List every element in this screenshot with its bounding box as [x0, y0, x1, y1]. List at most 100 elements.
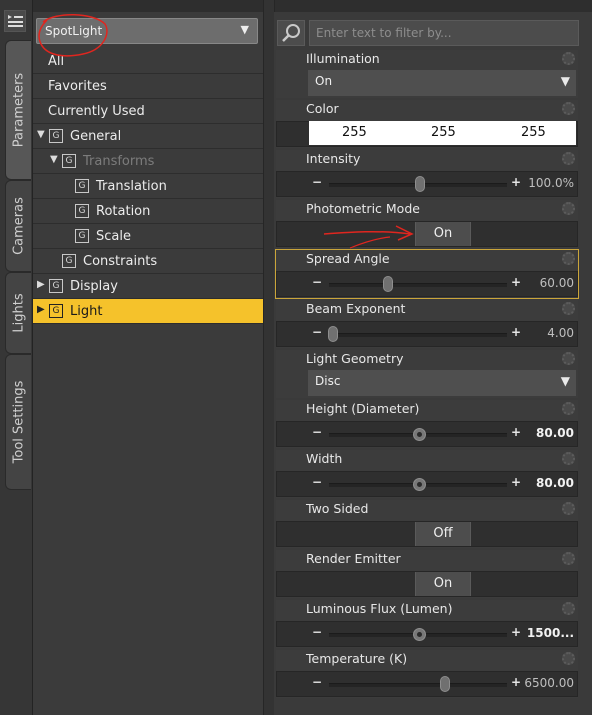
color-green-value[interactable]: 255: [431, 125, 456, 140]
expand-triangle-icon[interactable]: ▶: [37, 304, 45, 315]
decrement-button[interactable]: −: [312, 425, 322, 439]
tree-item-scale[interactable]: G Scale: [33, 224, 263, 249]
increment-button[interactable]: +: [511, 475, 521, 489]
tab-cameras[interactable]: Cameras: [5, 180, 31, 272]
collapse-triangle-icon[interactable]: ▼: [37, 129, 45, 140]
tree-item-label: Rotation: [96, 204, 151, 219]
param-title: Spread Angle: [306, 251, 390, 266]
slider-knob[interactable]: [439, 676, 450, 692]
param-title: Beam Exponent: [306, 301, 406, 316]
decrement-button[interactable]: −: [312, 625, 322, 639]
increment-button[interactable]: +: [511, 625, 521, 639]
two-sided-toggle[interactable]: Off: [415, 522, 471, 546]
tree-item-label: Scale: [96, 229, 131, 244]
light-geometry-select[interactable]: Disc ▼: [308, 370, 576, 396]
increment-button[interactable]: +: [511, 675, 521, 689]
tree-item-general[interactable]: ▼ G General: [33, 124, 263, 149]
increment-button[interactable]: +: [511, 175, 521, 189]
tree-item-rotation[interactable]: G Rotation: [33, 199, 263, 224]
slider-body: − + 60.00: [276, 271, 578, 297]
tree-item-constraints[interactable]: G Constraints: [33, 249, 263, 274]
slider-value[interactable]: 6500.00: [524, 676, 574, 690]
gear-icon[interactable]: [562, 552, 575, 565]
chevron-down-icon: ▼: [560, 74, 570, 88]
slider-value[interactable]: 4.00: [547, 326, 574, 340]
gear-icon[interactable]: [562, 502, 575, 515]
slider-knob[interactable]: [413, 628, 427, 641]
tab-label: Cameras: [11, 197, 26, 255]
tab-parameters[interactable]: Parameters: [5, 40, 31, 180]
select-value: Disc: [315, 374, 341, 388]
param-title: Luminous Flux (Lumen): [306, 601, 453, 616]
decrement-button[interactable]: −: [312, 475, 322, 489]
filter-input[interactable]: [309, 20, 579, 46]
slider-knob[interactable]: [414, 176, 425, 192]
tree-item-label: Translation: [96, 179, 167, 194]
slider-body: − + 80.00: [276, 471, 578, 497]
slider-value[interactable]: 1500...: [527, 626, 574, 640]
group-icon: G: [75, 229, 89, 243]
tree-item-light[interactable]: ▶ G Light: [33, 299, 263, 324]
tree-item-label: Favorites: [48, 79, 107, 94]
gear-icon[interactable]: [562, 152, 575, 165]
param-title: Color: [306, 101, 339, 116]
decrement-button[interactable]: −: [312, 675, 322, 689]
slider-knob[interactable]: [327, 326, 338, 342]
tree-item-display[interactable]: ▶ G Display: [33, 274, 263, 299]
param-title: Width: [306, 451, 343, 466]
tree-item-label: Display: [70, 279, 118, 294]
param-width: Width − + 80.00: [276, 450, 578, 498]
decrement-button[interactable]: −: [312, 175, 322, 189]
tree-item-favorites[interactable]: Favorites: [33, 74, 263, 99]
group-icon: G: [75, 179, 89, 193]
illumination-select[interactable]: On ▼: [308, 70, 576, 96]
param-title: Photometric Mode: [306, 201, 420, 216]
group-icon: G: [49, 279, 63, 293]
expand-triangle-icon[interactable]: ▶: [37, 279, 45, 290]
slider-value[interactable]: 100.0%: [528, 176, 574, 190]
slider-body: − + 1500...: [276, 621, 578, 647]
slider-track[interactable]: [329, 333, 507, 337]
tree-item-transforms[interactable]: ▼ G Transforms: [33, 149, 263, 174]
tree-item-currently-used[interactable]: Currently Used: [33, 99, 263, 124]
pane-menu-button[interactable]: [4, 10, 26, 32]
tab-tool-settings[interactable]: Tool Settings: [5, 354, 31, 490]
slider-body: − + 4.00: [276, 321, 578, 347]
tree-item-translation[interactable]: G Translation: [33, 174, 263, 199]
slider-knob[interactable]: [382, 276, 393, 292]
gear-icon[interactable]: [562, 602, 575, 615]
decrement-button[interactable]: −: [312, 275, 322, 289]
gear-icon[interactable]: [562, 52, 575, 65]
gear-icon[interactable]: [562, 302, 575, 315]
decrement-button[interactable]: −: [312, 325, 322, 339]
color-field[interactable]: 255 255 255: [309, 121, 576, 145]
tree-item-label: Light: [70, 304, 103, 319]
tree-item-label: General: [70, 129, 122, 144]
search-options-button[interactable]: [277, 20, 305, 46]
color-red-value[interactable]: 255: [342, 125, 367, 140]
gear-icon[interactable]: [562, 652, 575, 665]
increment-button[interactable]: +: [511, 275, 521, 289]
group-icon: G: [62, 154, 76, 168]
increment-button[interactable]: +: [511, 325, 521, 339]
color-blue-value[interactable]: 255: [521, 125, 546, 140]
slider-value[interactable]: 80.00: [536, 426, 574, 440]
param-intensity: Intensity − + 100.0%: [276, 150, 578, 198]
slider-knob[interactable]: [413, 478, 427, 491]
render-emitter-toggle[interactable]: On: [415, 572, 471, 596]
collapse-triangle-icon[interactable]: ▼: [50, 154, 58, 165]
slider-value[interactable]: 80.00: [536, 476, 574, 490]
gear-icon[interactable]: [562, 452, 575, 465]
gear-icon[interactable]: [562, 202, 575, 215]
tab-lights[interactable]: Lights: [5, 272, 31, 354]
gear-icon[interactable]: [562, 252, 575, 265]
increment-button[interactable]: +: [511, 425, 521, 439]
group-icon: G: [49, 304, 63, 318]
slider-value[interactable]: 60.00: [540, 276, 574, 290]
slider-track[interactable]: [329, 683, 507, 687]
gear-icon[interactable]: [562, 352, 575, 365]
gear-icon[interactable]: [562, 102, 575, 115]
slider-track[interactable]: [329, 283, 507, 287]
gear-icon[interactable]: [562, 402, 575, 415]
slider-knob[interactable]: [413, 428, 427, 441]
